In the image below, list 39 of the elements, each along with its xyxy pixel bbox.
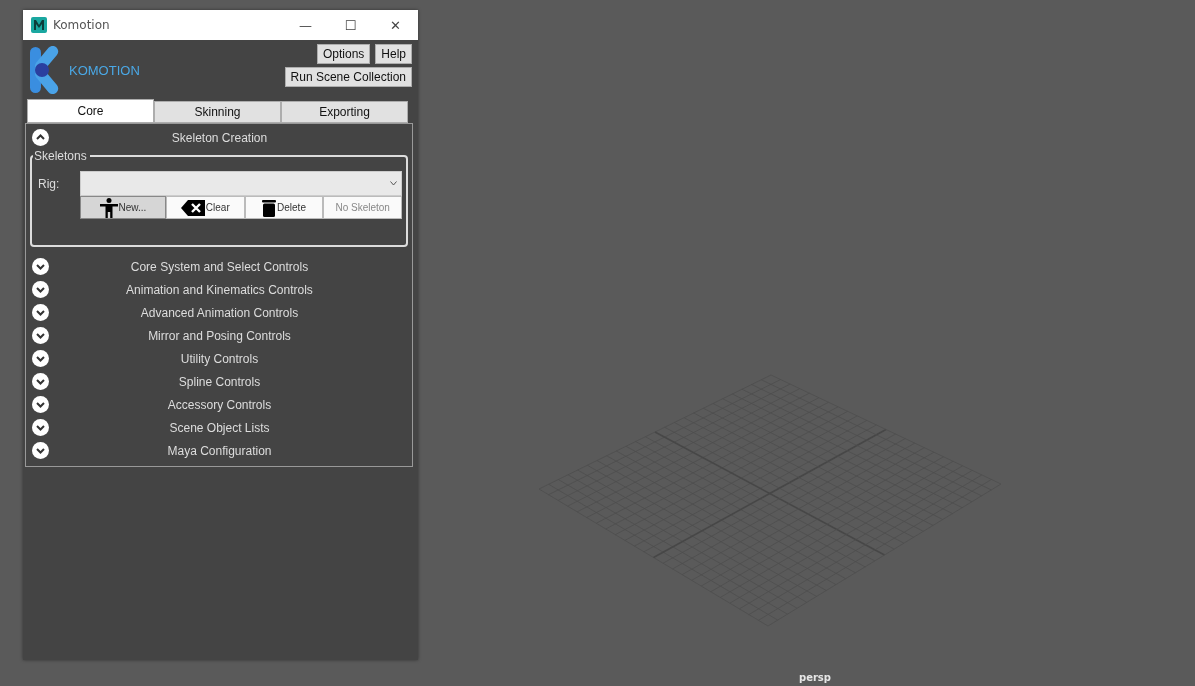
trash-icon [262,198,277,217]
options-button[interactable]: Options [316,44,371,64]
section-title[interactable]: Maya Configuration [49,443,390,458]
section-title[interactable]: Accessory Controls [49,397,390,412]
section-title[interactable]: Skeleton Creation [49,130,390,145]
window-title: Komotion [53,18,111,32]
skeleton-button[interactable]: Delete [244,196,324,219]
chevron-icon[interactable] [32,373,49,390]
chevron-icon[interactable] [32,442,49,459]
rig-label: Rig: [38,176,61,191]
backspace-icon [180,199,205,216]
app-icon [31,17,47,33]
section-title[interactable]: Advanced Animation Controls [49,305,390,320]
camera-label: persp [799,672,831,683]
person-icon [99,197,118,218]
chevron-icon[interactable] [32,396,49,413]
tab[interactable]: Skinning [154,101,281,123]
section-title[interactable]: Core System and Select Controls [49,259,390,274]
section-title[interactable]: Animation and Kinematics Controls [49,282,390,297]
chevron-icon[interactable] [32,419,49,436]
chevron-icon[interactable] [32,304,49,321]
skeleton-button[interactable]: New... [80,196,166,219]
chevron-icon[interactable] [32,258,49,275]
chevron-icon[interactable] [32,327,49,344]
chevron-icon[interactable] [32,281,49,298]
section-title[interactable]: Spline Controls [49,374,390,389]
skeleton-button[interactable]: Clear [165,196,245,219]
section-title[interactable]: Scene Object Lists [49,420,390,435]
help-button[interactable]: Help [375,44,412,64]
chevron-icon[interactable] [32,350,49,367]
section-title[interactable]: Utility Controls [49,351,390,366]
chevron-icon[interactable] [32,129,49,146]
section-title[interactable]: Mirror and Posing Controls [49,328,390,343]
group-title: Skeletons [33,149,88,163]
run-button[interactable]: Run Scene Collection [284,67,412,87]
caret-icon [390,181,397,186]
tab[interactable]: Core [27,99,154,123]
logo-text: KOMOTION [69,62,140,78]
tab[interactable]: Exporting [281,101,408,123]
